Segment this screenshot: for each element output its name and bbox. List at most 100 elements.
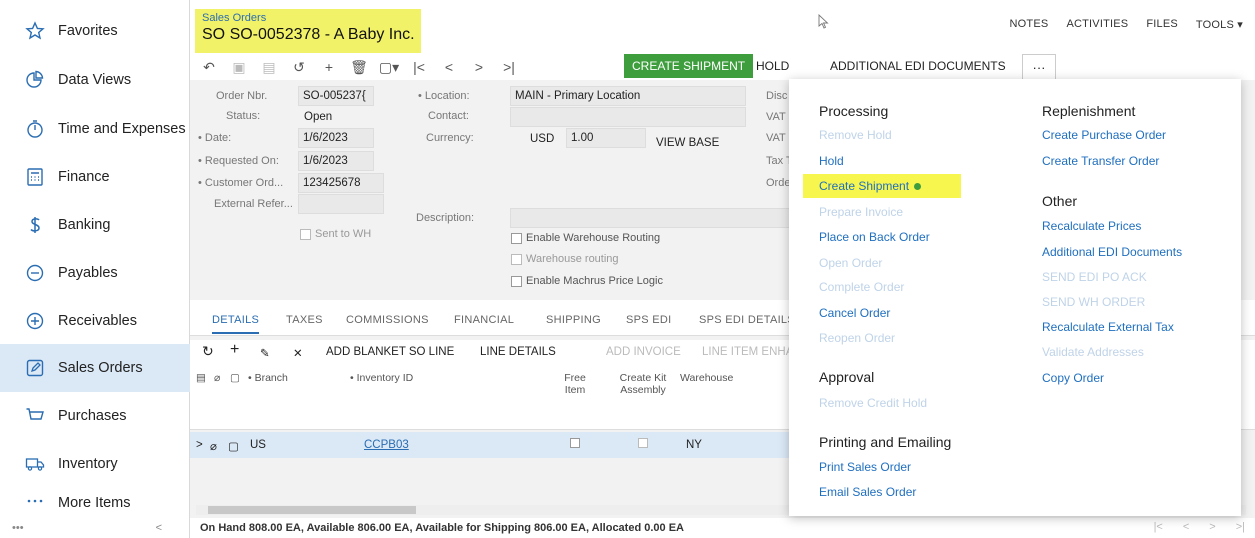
grid-refresh-icon[interactable]: ↻ <box>202 343 214 360</box>
sidebar-item-purchases[interactable]: Purchases <box>0 392 190 440</box>
reopen-order-menu-item[interactable]: Reopen Order <box>819 331 895 345</box>
pager-last-icon[interactable]: >| <box>1236 521 1245 533</box>
activities-link[interactable]: ACTIVITIES <box>1066 18 1128 31</box>
create-shipment-button[interactable]: CREATE SHIPMENT <box>624 54 754 78</box>
sidebar-item-data-views[interactable]: Data Views <box>0 56 190 104</box>
delete-icon[interactable]: 🗑 <box>348 56 370 78</box>
create-shipment-menu-item[interactable]: Create Shipment <box>819 179 922 193</box>
tab-sps-edi[interactable]: SPS EDI <box>626 314 672 326</box>
send-edi-po-ack-menu-item[interactable]: SEND EDI PO ACK <box>1042 270 1147 284</box>
expand-row-icon[interactable]: > <box>196 439 203 451</box>
view-base-button[interactable]: VIEW BASE <box>656 137 719 149</box>
free-item-column-header[interactable]: Free Item <box>558 372 592 396</box>
save-close-icon[interactable]: ▤ <box>258 56 280 78</box>
warehouse-routing-checkbox[interactable]: Warehouse routing <box>511 253 619 265</box>
external-reference-field[interactable] <box>298 194 384 214</box>
send-wh-order-menu-item[interactable]: SEND WH ORDER <box>1042 295 1145 309</box>
tab-financial[interactable]: FINANCIAL <box>454 314 514 326</box>
pager-next-icon[interactable]: > <box>1209 521 1215 533</box>
place-on-back-order-menu-item[interactable]: Place on Back Order <box>819 230 930 244</box>
cancel-order-menu-item[interactable]: Cancel Order <box>819 306 890 320</box>
create-transfer-order-menu-item[interactable]: Create Transfer Order <box>1042 154 1159 168</box>
enable-machrus-checkbox[interactable]: Enable Machrus Price Logic <box>511 275 663 287</box>
pager-prev-icon[interactable]: < <box>1183 521 1189 533</box>
branch-column-header[interactable]: • Branch <box>248 372 288 384</box>
create-purchase-order-menu-item[interactable]: Create Purchase Order <box>1042 128 1166 142</box>
sidebar-item-time-and-expenses[interactable]: Time and Expenses <box>0 105 190 153</box>
last-record-icon[interactable]: >| <box>498 56 520 78</box>
recalculate-prices-menu-item[interactable]: Recalculate Prices <box>1042 219 1141 233</box>
add-icon[interactable]: + <box>318 56 340 78</box>
additional-edi-documents-menu-item[interactable]: Additional EDI Documents <box>1042 245 1182 259</box>
tab-commissions[interactable]: COMMISSIONS <box>346 314 429 326</box>
save-icon[interactable]: ▣ <box>228 56 250 78</box>
tab-taxes[interactable]: TAXES <box>286 314 323 326</box>
complete-order-menu-item[interactable]: Complete Order <box>819 280 904 294</box>
undo-icon[interactable]: ↶ <box>198 56 220 78</box>
tools-menu[interactable]: TOOLS ▾ <box>1196 18 1243 31</box>
additional-edi-documents-button[interactable]: ADDITIONAL EDI DOCUMENTS <box>830 59 1006 73</box>
free-item-checkbox[interactable] <box>570 438 580 451</box>
currency-rate-field[interactable]: 1.00 <box>566 128 646 148</box>
attachment-icon[interactable]: ⌀ <box>210 439 217 453</box>
line-details-button[interactable]: LINE DETAILS <box>480 346 556 358</box>
line-item-enhancements-button[interactable]: LINE ITEM ENHA <box>702 346 793 358</box>
add-invoice-button[interactable]: ADD INVOICE <box>606 346 681 358</box>
enable-warehouse-routing-checkbox[interactable]: Enable Warehouse Routing <box>511 232 660 244</box>
sidebar-options-icon[interactable]: ••• <box>12 522 24 534</box>
sidebar-item-more-items[interactable]: More Items <box>0 488 190 518</box>
description-field[interactable] <box>510 208 790 228</box>
sidebar-item-favorites[interactable]: Favorites <box>0 7 190 55</box>
print-sales-order-menu-item[interactable]: Print Sales Order <box>819 460 911 474</box>
sidebar-item-receivables[interactable]: Receivables <box>0 297 190 345</box>
create-kit-assembly-column-header[interactable]: Create Kit Assembly <box>618 372 668 396</box>
table-row[interactable]: > ⌀ ▢ US CCPB03 NY <box>190 432 790 458</box>
currency-value[interactable]: USD <box>526 130 566 150</box>
pager-first-icon[interactable]: |< <box>1154 521 1163 533</box>
scrollbar-thumb[interactable] <box>208 506 416 514</box>
sidebar-item-inventory[interactable]: Inventory <box>0 440 190 488</box>
hold-button[interactable]: HOLD <box>756 59 789 73</box>
open-order-menu-item[interactable]: Open Order <box>819 256 882 270</box>
validate-addresses-menu-item[interactable]: Validate Addresses <box>1042 345 1144 359</box>
tab-sps-edi-details[interactable]: SPS EDI DETAILS <box>699 314 795 326</box>
sidebar-item-payables[interactable]: Payables <box>0 249 190 297</box>
grid-edit-icon[interactable]: ✎ <box>260 346 270 360</box>
recalculate-external-tax-menu-item[interactable]: Recalculate External Tax <box>1042 320 1174 334</box>
refresh-icon[interactable]: ↺ <box>288 56 310 78</box>
customer-order-field[interactable]: 123425678 <box>298 173 384 193</box>
add-blanket-so-line-button[interactable]: ADD BLANKET SO LINE <box>326 346 454 358</box>
inventory-id-column-header[interactable]: • Inventory ID <box>350 372 413 384</box>
hold-menu-item[interactable]: Hold <box>819 154 844 168</box>
grid-add-icon[interactable]: + <box>230 341 239 359</box>
prepare-invoice-menu-item[interactable]: Prepare Invoice <box>819 205 903 219</box>
notes-link[interactable]: NOTES <box>1010 18 1049 31</box>
order-nbr-field[interactable]: SO-005237{ <box>298 86 374 106</box>
sidebar-item-sales-orders[interactable]: Sales Orders <box>0 344 190 392</box>
warehouse-column-header[interactable]: Warehouse <box>680 372 733 384</box>
previous-record-icon[interactable]: < <box>438 56 460 78</box>
requested-on-field[interactable]: 1/6/2023 <box>298 151 374 171</box>
more-actions-button[interactable]: ··· <box>1022 54 1056 80</box>
remove-hold-menu-item[interactable]: Remove Hold <box>819 128 892 142</box>
contact-field[interactable] <box>510 107 746 127</box>
copy-paste-icon[interactable]: ▢▾ <box>378 56 400 78</box>
next-record-icon[interactable]: > <box>468 56 490 78</box>
create-kit-assembly-checkbox[interactable] <box>638 438 648 451</box>
copy-order-menu-item[interactable]: Copy Order <box>1042 371 1104 385</box>
location-field[interactable]: MAIN - Primary Location <box>510 86 746 106</box>
date-field[interactable]: 1/6/2023 <box>298 128 374 148</box>
tab-details[interactable]: DETAILS <box>212 314 260 334</box>
sidebar-item-finance[interactable]: Finance <box>0 153 190 201</box>
note-icon[interactable]: ▢ <box>228 439 239 453</box>
first-record-icon[interactable]: |< <box>408 56 430 78</box>
breadcrumb[interactable]: Sales Orders <box>202 12 266 24</box>
sent-to-wh-checkbox[interactable]: Sent to WH <box>300 228 371 240</box>
warehouse-cell[interactable]: NY <box>686 439 702 451</box>
grid-delete-icon[interactable]: ✕ <box>293 346 303 360</box>
tab-shipping[interactable]: SHIPPING <box>546 314 601 326</box>
sidebar-item-banking[interactable]: Banking <box>0 201 190 249</box>
sidebar-collapse-icon[interactable]: < <box>156 522 162 534</box>
branch-cell[interactable]: US <box>250 439 266 451</box>
files-link[interactable]: FILES <box>1146 18 1178 31</box>
